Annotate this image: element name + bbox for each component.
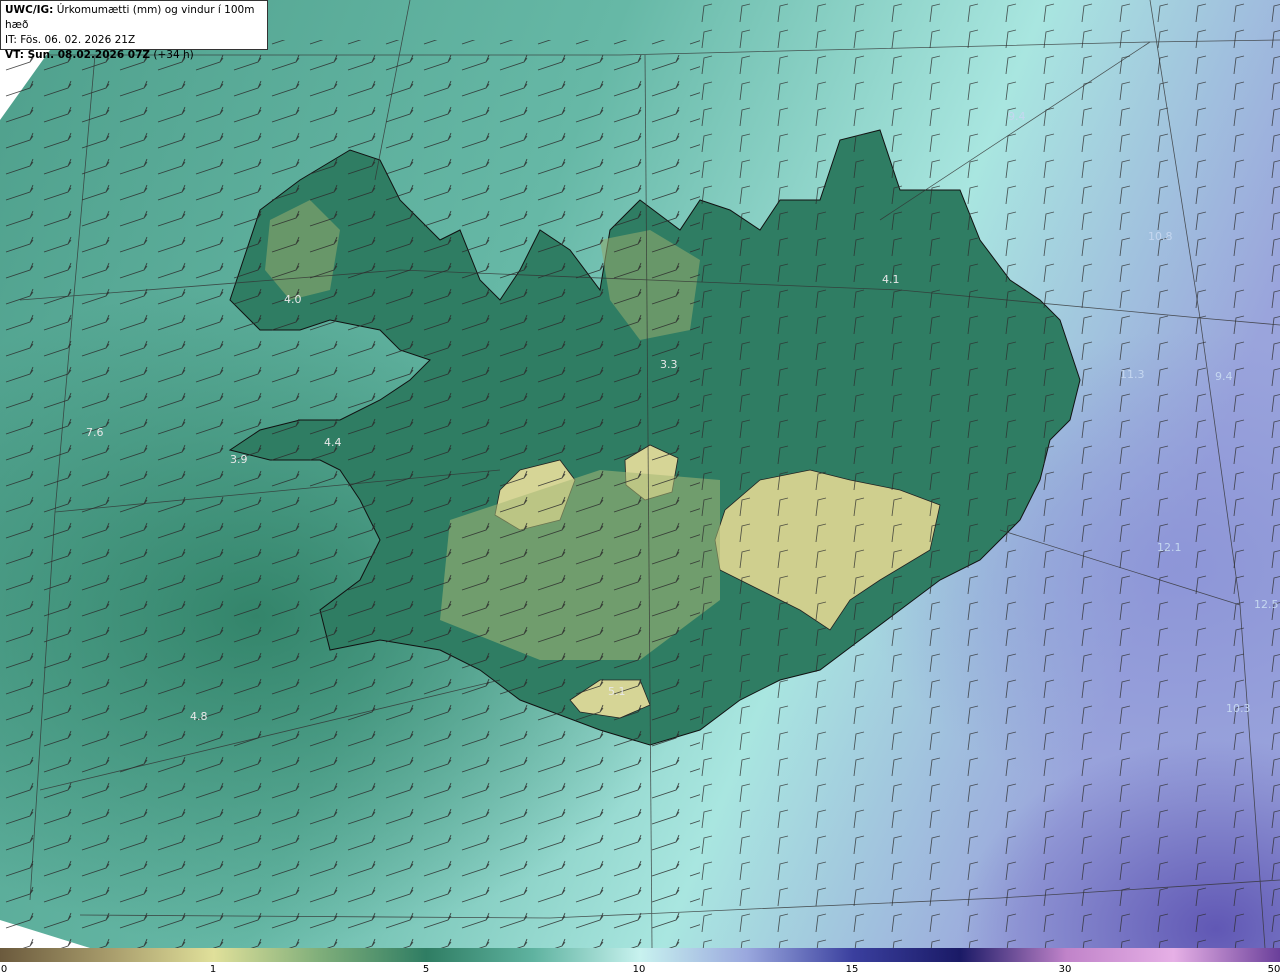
colorbar: 0 1 5 10 15 30 50 xyxy=(0,948,1280,978)
map-value: 10.8 xyxy=(1148,230,1173,243)
colorbar-tick-label: 15 xyxy=(845,964,859,975)
colorbar-tick-label: 10 xyxy=(632,964,646,975)
map-value: 7.6 xyxy=(86,426,104,439)
colorbar-tick-label: 0 xyxy=(0,964,8,975)
colorbar-tick-label: 1 xyxy=(209,964,217,975)
initial-time: IT: Fös. 06. 02. 2026 21Z xyxy=(5,34,136,46)
valid-time: VT: Sun. 08.02.2026 07Z xyxy=(5,49,151,61)
map-value: 9.4 xyxy=(1215,370,1233,383)
map-value: 10.3 xyxy=(1226,702,1251,715)
precipitation-map: 4.0 3.3 4.1 7.6 4.4 3.9 4.8 11.3 9.4 12.… xyxy=(0,0,1280,948)
map-value: 4.0 xyxy=(284,293,302,306)
map-value: 9.4 xyxy=(1008,110,1026,123)
map-value: 3.3 xyxy=(660,358,678,371)
lead-time: (+34 h) xyxy=(150,49,194,61)
map-header: UWC/IG: Úrkomumætti (mm) og vindur í 100… xyxy=(0,0,268,61)
model-name: UWC/IG: xyxy=(5,4,54,16)
map-value: 3.9 xyxy=(230,453,248,466)
colorbar-tick-label: 30 xyxy=(1058,964,1072,975)
map-value: 12.1 xyxy=(1157,541,1182,554)
map-value: 4.4 xyxy=(324,436,342,449)
colorbar-tick-label: 50 xyxy=(1267,964,1280,975)
colorbar-gradient xyxy=(0,948,1280,962)
wind-barbs-west xyxy=(0,40,700,948)
map-value: 12.5 xyxy=(1254,598,1279,611)
map-value: 5.1 xyxy=(608,685,626,698)
colorbar-tick-label: 5 xyxy=(422,964,430,975)
wind-barbs-east xyxy=(700,0,1280,948)
map-value: 4.1 xyxy=(882,273,900,286)
map-value: 4.8 xyxy=(190,710,208,723)
map-value: 11.3 xyxy=(1120,368,1145,381)
